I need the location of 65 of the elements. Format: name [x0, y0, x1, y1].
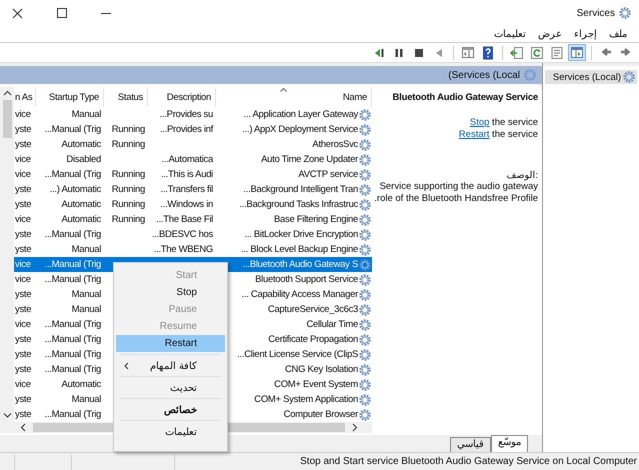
table-cell: ...BDESVC hos [152, 229, 213, 240]
table-cell: vice [15, 169, 31, 180]
table-cell: ...Manual (Trig [44, 409, 101, 420]
panel-title: (Services (Local [448, 70, 520, 80]
table-cell: ...Manual (Trig [44, 364, 101, 375]
table-cell: Manual [72, 244, 101, 255]
table-cell: ...The Base Fil [156, 214, 213, 225]
table-cell: yste [15, 349, 32, 360]
table-cell: ...Automatica [161, 154, 213, 165]
table-cell: ...Provides su [160, 109, 213, 120]
table-cell: ...Manual (Trig [44, 124, 101, 135]
table-cell: Running [112, 169, 145, 180]
table-cell: vice [15, 109, 31, 120]
table-cell: yste [15, 289, 32, 300]
table-cell: yste [15, 409, 32, 420]
table-cell: Running [112, 124, 145, 135]
table-cell: vice [15, 379, 31, 390]
table-cell: Automatic [61, 199, 101, 210]
table-cell: Automatic [61, 139, 101, 150]
table-cell: ...Manual (Trig [44, 274, 101, 285]
table-cell: ...) Automatic [50, 184, 101, 195]
table-cell: ...Manual (Trig [44, 349, 101, 360]
table-cell: yste [15, 244, 32, 255]
table-cell: yste [15, 334, 32, 345]
table-cell: ...Manual (Trig [44, 319, 101, 330]
description-label: الوصف: [505, 169, 538, 181]
table-cell: ...Windows in [160, 199, 213, 210]
table-cell: Running [112, 139, 145, 150]
table-cell: yste [15, 304, 32, 315]
action-text: the service [491, 129, 538, 140]
action-text: the service [491, 117, 538, 128]
table-cell: Manual [72, 109, 101, 120]
table-cell: Running [112, 214, 145, 225]
window-title: Services [576, 8, 615, 18]
table-cell: Disabled [66, 154, 101, 165]
table-cell: Manual [72, 304, 101, 315]
table-cell: yste [15, 139, 32, 150]
table-cell: vice [15, 274, 31, 285]
table-cell: Automatic [61, 214, 101, 225]
table-cell: Manual [72, 394, 101, 405]
table-cell: ...Manual (Trig [44, 229, 101, 240]
table-cell: ...This is Audi [161, 169, 213, 180]
table-cell: yste [15, 364, 32, 375]
table-cell: Running [112, 184, 145, 195]
table-cell: yste [15, 124, 32, 135]
table-cell: yste [15, 184, 32, 195]
table-cell: vice [15, 154, 31, 165]
table-cell: Running [112, 199, 145, 210]
table-cell: yste [15, 229, 32, 240]
table-cell: vice [15, 259, 31, 270]
table-cell: yste [15, 199, 32, 210]
table-cell: ...Transfers fil [160, 184, 213, 195]
status-text: Stop and Start service Bluetooth Audio Gateway Service on Local Computer [299, 456, 638, 467]
table-cell: vice [15, 214, 31, 225]
table-cell: Automatic [61, 379, 101, 390]
table-cell: ...Provides inf [160, 124, 213, 135]
table-cell: Manual [72, 289, 101, 300]
description-text: Service supporting the audio gateway role of the Bluetooth Handsfree Profile. [374, 181, 538, 205]
table-cell: ...Manual (Trig [44, 169, 101, 180]
table-cell: ...Manual (Trig [44, 259, 101, 270]
table-cell: ...The WBENG [154, 244, 213, 255]
table-cell: ...Manual (Trig [44, 334, 101, 345]
service-title: Bluetooth Audio Gateway Service [392, 92, 538, 103]
table-cell: vice [15, 319, 31, 330]
table-cell: yste [15, 394, 32, 405]
